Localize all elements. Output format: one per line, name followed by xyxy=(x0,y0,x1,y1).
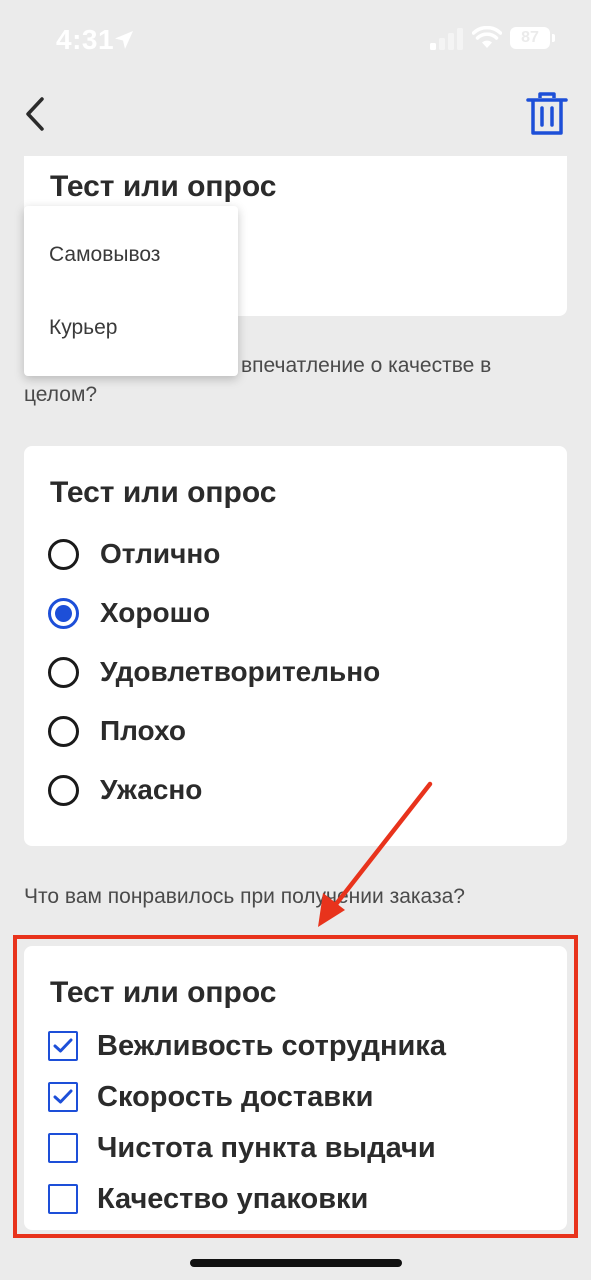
radio-label: Хорошо xyxy=(100,597,211,628)
checkbox-option-politeness[interactable]: Вежливость сотрудника xyxy=(48,1029,446,1063)
battery-cap xyxy=(552,34,555,42)
checkbox-label: Скорость доставки xyxy=(97,1080,374,1113)
battery-level: 87 xyxy=(521,29,539,46)
checkbox-label: Вежливость сотрудника xyxy=(97,1029,446,1062)
radio-label: Плохо xyxy=(100,715,186,746)
quiz-card-checkboxes: Тест или опрос Вежливость сотрудника Ско… xyxy=(24,946,567,1230)
radio-dot xyxy=(55,604,72,622)
dropdown-item-courier[interactable]: Курьер xyxy=(49,316,117,340)
radio-button-selected[interactable] xyxy=(48,597,79,629)
radio-option-satisfactory[interactable]: Удовлетворительно xyxy=(48,654,380,690)
checkbox-option-packaging[interactable]: Качество упаковки xyxy=(48,1182,368,1216)
back-button[interactable] xyxy=(20,94,50,134)
checkbox-unchecked[interactable] xyxy=(48,1184,78,1214)
question-liked: Что вам понравилось при получении заказа… xyxy=(24,885,465,908)
location-arrow-icon xyxy=(115,31,133,49)
card-title: Тест или опрос xyxy=(50,476,277,509)
checkbox-unchecked[interactable] xyxy=(48,1133,78,1163)
radio-label: Ужасно xyxy=(100,774,203,805)
radio-label: Отлично xyxy=(100,538,221,569)
home-indicator xyxy=(190,1259,402,1267)
checkbox-label: Качество упаковки xyxy=(97,1182,369,1215)
radio-option-excellent[interactable]: Отлично xyxy=(48,536,220,572)
radio-button[interactable] xyxy=(48,538,79,570)
trash-icon[interactable] xyxy=(526,92,568,136)
checkbox-option-speed[interactable]: Скорость доставки xyxy=(48,1080,373,1114)
checkmark-icon xyxy=(53,1038,73,1053)
checkbox-option-cleanliness[interactable]: Чистота пункта выдачи xyxy=(48,1131,436,1165)
radio-button[interactable] xyxy=(48,656,79,688)
checkbox-label: Чистота пункта выдачи xyxy=(97,1131,436,1164)
survey-screen: 4:31 87 Тест или опрос впечатление о кач… xyxy=(0,0,591,1280)
delivery-dropdown-menu: Самовывоз Курьер xyxy=(24,206,238,376)
checkbox-checked[interactable] xyxy=(48,1031,78,1061)
radio-option-terrible[interactable]: Ужасно xyxy=(48,772,202,808)
battery-icon: 87 xyxy=(510,27,550,49)
radio-option-bad[interactable]: Плохо xyxy=(48,713,186,749)
radio-button[interactable] xyxy=(48,715,79,747)
radio-option-good[interactable]: Хорошо xyxy=(48,595,210,631)
card-title: Тест или опрос xyxy=(50,170,277,203)
checkmark-icon xyxy=(53,1089,73,1104)
radio-label: Удовлетворительно xyxy=(100,656,381,687)
dropdown-item-pickup[interactable]: Самовывоз xyxy=(49,243,160,267)
quiz-card-rating: Тест или опрос Отлично Хорошо Удовлетвор… xyxy=(24,446,567,846)
status-bar: 4:31 87 xyxy=(0,0,591,80)
radio-button[interactable] xyxy=(48,774,79,806)
checkbox-checked[interactable] xyxy=(48,1082,78,1112)
status-time: 4:31 xyxy=(56,24,115,55)
wifi-icon xyxy=(472,26,502,48)
card-title: Тест или опрос xyxy=(50,976,277,1009)
cellular-signal-icon xyxy=(430,28,463,50)
